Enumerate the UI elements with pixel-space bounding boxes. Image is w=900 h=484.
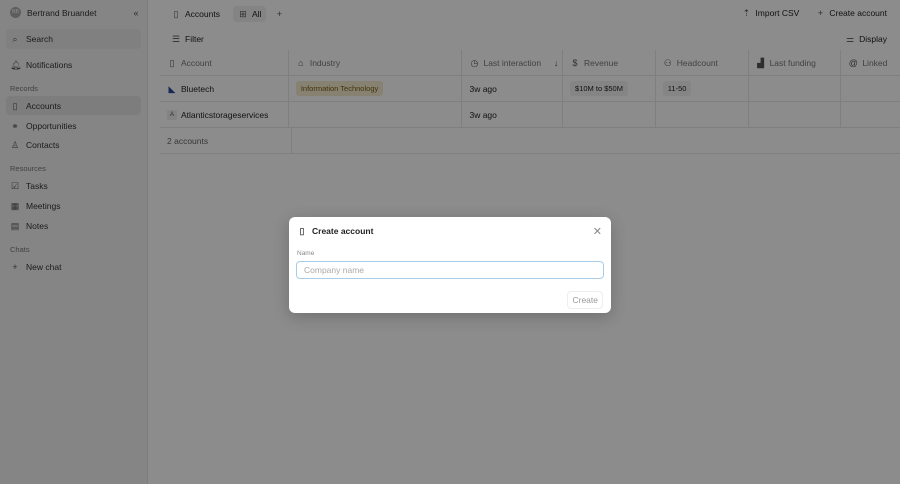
modal-title-text: Create account (312, 226, 374, 236)
name-label: Name (297, 250, 315, 257)
building-icon: ▯ (299, 226, 305, 236)
create-account-modal: ▯ Create account ✕ Name Create (289, 217, 611, 313)
close-icon[interactable]: ✕ (593, 225, 602, 238)
company-name-input[interactable] (296, 261, 604, 279)
create-button[interactable]: Create (567, 291, 603, 309)
modal-title: ▯ Create account (297, 226, 374, 236)
